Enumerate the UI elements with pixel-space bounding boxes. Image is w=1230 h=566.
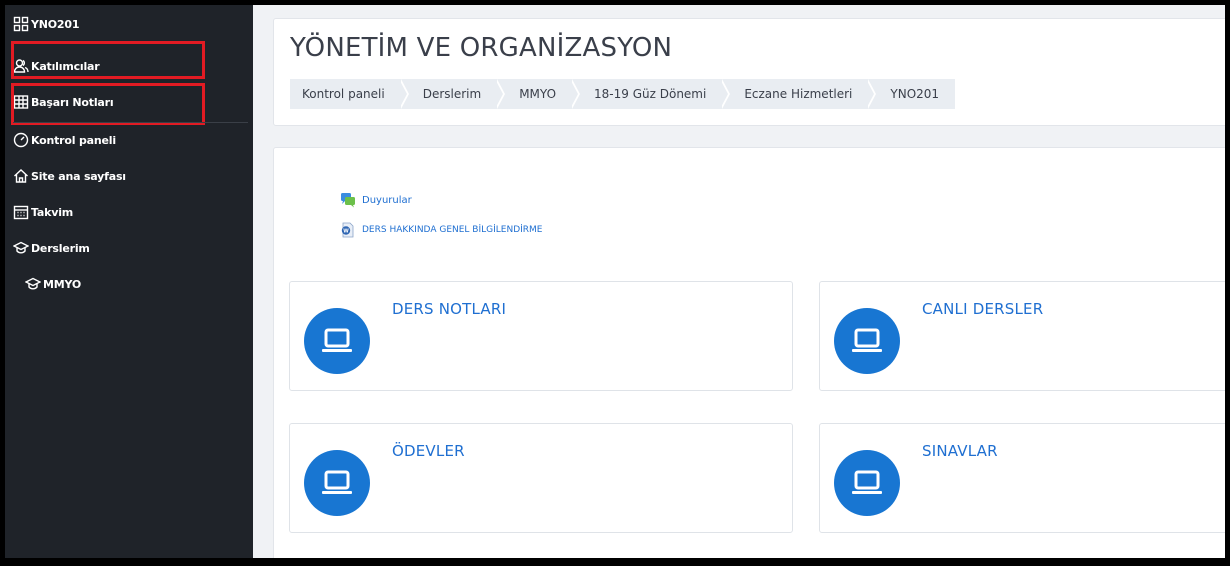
section-card-exams[interactable]: SINAVLAR — [819, 423, 1225, 533]
sidebar-item-dashboard[interactable]: Kontrol paneli — [5, 125, 253, 155]
laptop-icon — [304, 450, 370, 516]
calendar-icon — [13, 204, 29, 220]
home-icon — [13, 168, 29, 184]
breadcrumb-item-mmyo[interactable]: MMYO — [497, 79, 580, 109]
sidebar-divider — [13, 122, 248, 123]
section-card-live-lessons[interactable]: CANLI DERSLER — [819, 281, 1225, 391]
forum-icon — [340, 192, 356, 208]
sidebar-course-code-label: YNO201 — [31, 17, 80, 31]
laptop-icon — [834, 308, 900, 374]
word-document-icon: W — [340, 222, 356, 238]
sidebar-item-mmyo[interactable]: MMYO — [5, 269, 253, 299]
grid-icon — [13, 16, 29, 32]
sidebar-item-label: Site ana sayfası — [31, 169, 126, 183]
section-card-lecture-notes[interactable]: DERS NOTLARI — [289, 281, 793, 391]
breadcrumb: Kontrol paneli Derslerim MMYO 18-19 Güz … — [290, 79, 956, 109]
graduation-cap-icon — [25, 276, 41, 292]
breadcrumb-item-dashboard[interactable]: Kontrol paneli — [290, 79, 409, 109]
breadcrumb-item-my-courses[interactable]: Derslerim — [401, 79, 506, 109]
page-header: YÖNETİM VE ORGANİZASYON Kontrol paneli D… — [273, 18, 1225, 126]
page-title: YÖNETİM VE ORGANİZASYON — [290, 33, 673, 63]
course-content: Duyurular W DERS HAKKINDA GENEL BİLGİLEN… — [273, 147, 1225, 558]
sidebar-item-label: Derslerim — [31, 241, 90, 255]
sidebar-item-site-home[interactable]: Site ana sayfası — [5, 161, 253, 191]
laptop-icon — [304, 308, 370, 374]
highlight-box-grades — [11, 83, 205, 125]
section-card-assignments[interactable]: ÖDEVLER — [289, 423, 793, 533]
sidebar: YNO201 Katılımcılar Başarı Notları Kontr… — [5, 5, 253, 558]
section-title: CANLI DERSLER — [922, 300, 1044, 318]
breadcrumb-item-course[interactable]: YNO201 — [868, 79, 955, 109]
graduation-cap-icon — [13, 240, 29, 256]
app-frame: YNO201 Katılımcılar Başarı Notları Kontr… — [5, 5, 1225, 558]
sidebar-item-label: Takvim — [31, 205, 74, 219]
section-title: SINAVLAR — [922, 442, 998, 460]
sidebar-item-label: Kontrol paneli — [31, 133, 116, 147]
general-info-link-label: DERS HAKKINDA GENEL BİLGİLENDİRME — [362, 225, 543, 235]
section-title: DERS NOTLARI — [392, 300, 507, 318]
general-info-link[interactable]: W DERS HAKKINDA GENEL BİLGİLENDİRME — [340, 222, 543, 238]
sidebar-item-label: MMYO — [43, 277, 82, 291]
announcements-link-label: Duyurular — [362, 194, 412, 206]
highlight-box-participants — [11, 41, 205, 79]
sidebar-course-code[interactable]: YNO201 — [5, 9, 253, 39]
dashboard-gauge-icon — [13, 132, 29, 148]
breadcrumb-item-category[interactable]: Eczane Hizmetleri — [722, 79, 877, 109]
sidebar-item-my-courses[interactable]: Derslerim — [5, 233, 253, 263]
announcements-link[interactable]: Duyurular — [340, 192, 412, 208]
section-title: ÖDEVLER — [392, 442, 465, 460]
laptop-icon — [834, 450, 900, 516]
breadcrumb-item-term[interactable]: 18-19 Güz Dönemi — [572, 79, 731, 109]
svg-text:W: W — [343, 229, 349, 235]
sidebar-item-calendar[interactable]: Takvim — [5, 197, 253, 227]
